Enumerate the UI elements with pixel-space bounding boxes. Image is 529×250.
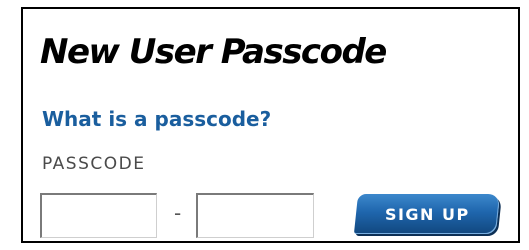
page-title: New User Passcode xyxy=(40,32,387,72)
what-is-passcode-link[interactable]: What is a passcode? xyxy=(42,109,271,129)
sign-up-button[interactable]: SIGN UP xyxy=(353,194,501,234)
passcode-label: PASSCODE xyxy=(42,154,146,174)
passcode-part1-input[interactable] xyxy=(40,193,157,238)
passcode-separator: - xyxy=(174,201,182,225)
new-user-passcode-panel: New User Passcode What is a passcode? PA… xyxy=(21,7,520,243)
sign-up-button-label: SIGN UP xyxy=(384,204,470,224)
passcode-part2-input[interactable] xyxy=(196,193,314,238)
